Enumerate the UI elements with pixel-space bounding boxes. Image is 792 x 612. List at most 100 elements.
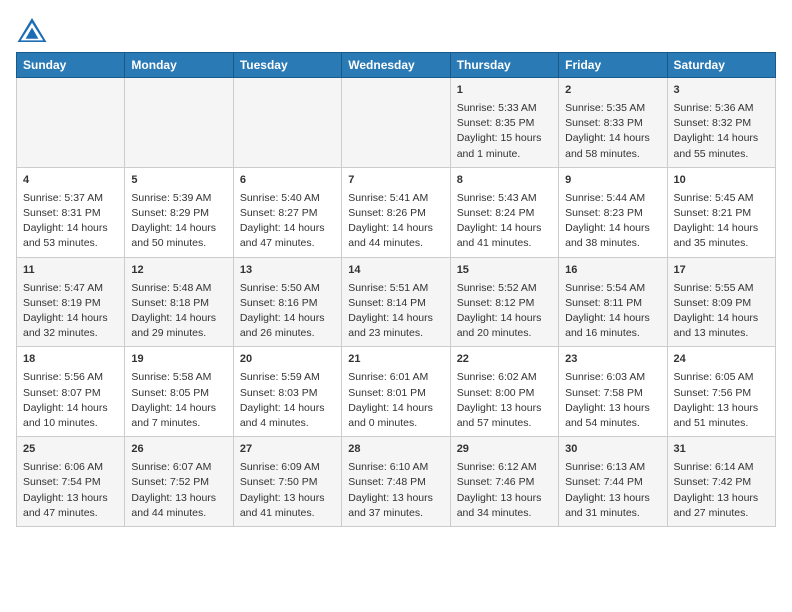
day-number: 29 [457,442,552,458]
day-cell: 5 Sunrise: 5:39 AM Sunset: 8:29 PM Daylig… [125,167,233,257]
logo [16,16,52,44]
day-number: 13 [240,263,335,279]
day-content: Sunrise: 6:02 AM Sunset: 8:00 PM Dayligh… [457,370,552,431]
day-content: Sunrise: 6:12 AM Sunset: 7:46 PM Dayligh… [457,460,552,521]
day-content: Sunrise: 5:51 AM Sunset: 8:14 PM Dayligh… [348,281,443,342]
day-cell: 29 Sunrise: 6:12 AM Sunset: 7:46 PM Dayli… [450,437,558,527]
day-cell: 16 Sunrise: 5:54 AM Sunset: 8:11 PM Dayli… [559,257,667,347]
day-cell: 25Sunrise: 6:06 AM Sunset: 7:54 PM Dayli… [17,437,125,527]
day-content: Sunrise: 5:55 AM Sunset: 8:09 PM Dayligh… [674,281,769,342]
day-content: Sunrise: 6:09 AM Sunset: 7:50 PM Dayligh… [240,460,335,521]
day-cell: 11 Sunrise: 5:47 AM Sunset: 8:19 PM Dayli… [17,257,125,347]
col-header-wednesday: Wednesday [342,53,450,78]
day-content: Sunrise: 6:13 AM Sunset: 7:44 PM Dayligh… [565,460,660,521]
day-content: Sunrise: 5:50 AM Sunset: 8:16 PM Dayligh… [240,281,335,342]
day-cell: 15Sunrise: 5:52 AM Sunset: 8:12 PM Dayli… [450,257,558,347]
day-number: 20 [240,352,335,368]
day-cell: 20 Sunrise: 5:59 AM Sunset: 8:03 PM Dayli… [233,347,341,437]
day-cell: 17 Sunrise: 5:55 AM Sunset: 8:09 PM Dayli… [667,257,775,347]
day-number: 27 [240,442,335,458]
day-content: Sunrise: 5:43 AM Sunset: 8:24 PM Dayligh… [457,191,552,252]
day-number: 6 [240,173,335,189]
day-number: 11 [23,263,118,279]
day-content: Sunrise: 6:03 AM Sunset: 7:58 PM Dayligh… [565,370,660,431]
day-number: 9 [565,173,660,189]
day-number: 17 [674,263,769,279]
col-header-saturday: Saturday [667,53,775,78]
day-number: 4 [23,173,118,189]
day-cell: 19 Sunrise: 5:58 AM Sunset: 8:05 PM Dayli… [125,347,233,437]
day-content: Sunrise: 5:59 AM Sunset: 8:03 PM Dayligh… [240,370,335,431]
day-content: Sunrise: 6:01 AM Sunset: 8:01 PM Dayligh… [348,370,443,431]
day-cell [125,78,233,168]
day-number: 22 [457,352,552,368]
page-header [16,16,776,44]
day-number: 19 [131,352,226,368]
day-cell: 18 Sunrise: 5:56 AM Sunset: 8:07 PM Dayli… [17,347,125,437]
day-cell [17,78,125,168]
day-number: 23 [565,352,660,368]
col-header-thursday: Thursday [450,53,558,78]
day-number: 16 [565,263,660,279]
day-number: 5 [131,173,226,189]
day-cell: 12 Sunrise: 5:48 AM Sunset: 8:18 PM Dayli… [125,257,233,347]
day-cell: 14 Sunrise: 5:51 AM Sunset: 8:14 PM Dayli… [342,257,450,347]
header-row: SundayMondayTuesdayWednesdayThursdayFrid… [17,53,776,78]
day-number: 7 [348,173,443,189]
day-cell: 9Sunrise: 5:44 AM Sunset: 8:23 PM Daylig… [559,167,667,257]
day-content: Sunrise: 6:14 AM Sunset: 7:42 PM Dayligh… [674,460,769,521]
week-row-5: 25Sunrise: 6:06 AM Sunset: 7:54 PM Dayli… [17,437,776,527]
day-content: Sunrise: 5:40 AM Sunset: 8:27 PM Dayligh… [240,191,335,252]
day-number: 12 [131,263,226,279]
day-content: Sunrise: 5:36 AM Sunset: 8:32 PM Dayligh… [674,101,769,162]
day-cell: 13 Sunrise: 5:50 AM Sunset: 8:16 PM Dayli… [233,257,341,347]
day-cell: 22 Sunrise: 6:02 AM Sunset: 8:00 PM Dayli… [450,347,558,437]
day-cell: 8Sunrise: 5:43 AM Sunset: 8:24 PM Daylig… [450,167,558,257]
day-content: Sunrise: 5:41 AM Sunset: 8:26 PM Dayligh… [348,191,443,252]
day-number: 18 [23,352,118,368]
col-header-tuesday: Tuesday [233,53,341,78]
day-number: 30 [565,442,660,458]
day-cell: 31 Sunrise: 6:14 AM Sunset: 7:42 PM Dayli… [667,437,775,527]
day-number: 21 [348,352,443,368]
col-header-sunday: Sunday [17,53,125,78]
day-content: Sunrise: 5:58 AM Sunset: 8:05 PM Dayligh… [131,370,226,431]
day-content: Sunrise: 6:10 AM Sunset: 7:48 PM Dayligh… [348,460,443,521]
day-number: 10 [674,173,769,189]
logo-icon [16,16,48,44]
week-row-3: 11 Sunrise: 5:47 AM Sunset: 8:19 PM Dayli… [17,257,776,347]
day-cell: 7 Sunrise: 5:41 AM Sunset: 8:26 PM Daylig… [342,167,450,257]
day-cell: 4 Sunrise: 5:37 AM Sunset: 8:31 PM Daylig… [17,167,125,257]
week-row-2: 4 Sunrise: 5:37 AM Sunset: 8:31 PM Daylig… [17,167,776,257]
day-number: 2 [565,83,660,99]
day-content: Sunrise: 5:54 AM Sunset: 8:11 PM Dayligh… [565,281,660,342]
day-number: 31 [674,442,769,458]
day-cell: 30 Sunrise: 6:13 AM Sunset: 7:44 PM Dayli… [559,437,667,527]
day-content: Sunrise: 5:56 AM Sunset: 8:07 PM Dayligh… [23,370,118,431]
day-cell: 26 Sunrise: 6:07 AM Sunset: 7:52 PM Dayli… [125,437,233,527]
day-number: 3 [674,83,769,99]
day-content: Sunrise: 5:47 AM Sunset: 8:19 PM Dayligh… [23,281,118,342]
day-number: 14 [348,263,443,279]
day-content: Sunrise: 6:07 AM Sunset: 7:52 PM Dayligh… [131,460,226,521]
day-cell [342,78,450,168]
day-cell: 3 Sunrise: 5:36 AM Sunset: 8:32 PM Daylig… [667,78,775,168]
day-cell: 24Sunrise: 6:05 AM Sunset: 7:56 PM Dayli… [667,347,775,437]
day-cell: 23 Sunrise: 6:03 AM Sunset: 7:58 PM Dayli… [559,347,667,437]
day-number: 15 [457,263,552,279]
day-content: Sunrise: 5:48 AM Sunset: 8:18 PM Dayligh… [131,281,226,342]
day-content: Sunrise: 5:39 AM Sunset: 8:29 PM Dayligh… [131,191,226,252]
calendar-table: SundayMondayTuesdayWednesdayThursdayFrid… [16,52,776,527]
week-row-1: 1Sunrise: 5:33 AM Sunset: 8:35 PM Daylig… [17,78,776,168]
day-cell: 6 Sunrise: 5:40 AM Sunset: 8:27 PM Daylig… [233,167,341,257]
day-cell: 1Sunrise: 5:33 AM Sunset: 8:35 PM Daylig… [450,78,558,168]
day-number: 1 [457,83,552,99]
day-content: Sunrise: 5:37 AM Sunset: 8:31 PM Dayligh… [23,191,118,252]
day-cell: 10Sunrise: 5:45 AM Sunset: 8:21 PM Dayli… [667,167,775,257]
day-number: 24 [674,352,769,368]
day-number: 26 [131,442,226,458]
day-content: Sunrise: 6:06 AM Sunset: 7:54 PM Dayligh… [23,460,118,521]
day-cell: 28Sunrise: 6:10 AM Sunset: 7:48 PM Dayli… [342,437,450,527]
week-row-4: 18 Sunrise: 5:56 AM Sunset: 8:07 PM Dayli… [17,347,776,437]
day-cell: 2Sunrise: 5:35 AM Sunset: 8:33 PM Daylig… [559,78,667,168]
